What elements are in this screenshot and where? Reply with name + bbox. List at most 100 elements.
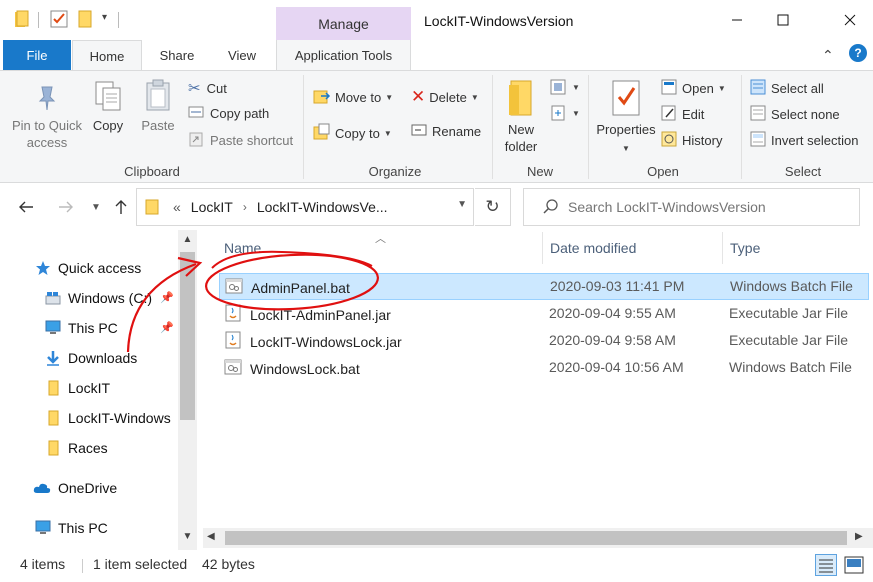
breadcrumb-item[interactable]: LockIT-WindowsVe... bbox=[257, 199, 388, 215]
invert-selection-icon bbox=[750, 131, 766, 150]
breadcrumb-overflow[interactable]: « bbox=[173, 199, 181, 215]
copy-to-button[interactable]: Copy to ▼ bbox=[313, 123, 392, 144]
chevron-down-icon: ▼ bbox=[383, 129, 392, 138]
edit-button[interactable]: Edit bbox=[661, 105, 704, 124]
nav-item-downloads[interactable]: Downloads bbox=[44, 346, 137, 370]
scroll-down-icon[interactable]: ▼ bbox=[178, 531, 197, 542]
edit-label: Edit bbox=[682, 107, 705, 122]
column-divider[interactable] bbox=[542, 232, 543, 264]
copy-path-button[interactable]: Copy path bbox=[188, 105, 269, 122]
open-label: Open bbox=[682, 81, 714, 96]
scroll-right-icon[interactable]: ▶ bbox=[855, 531, 863, 542]
copy-button[interactable]: Copy bbox=[88, 79, 128, 134]
table-row[interactable]: LockIT-AdminPanel.jar 2020-09-04 9:55 AM… bbox=[219, 301, 869, 328]
scrollbar-thumb[interactable] bbox=[225, 531, 847, 545]
tab-file[interactable]: File bbox=[3, 40, 71, 70]
move-to-button[interactable]: Move to ▼ bbox=[313, 87, 393, 108]
easy-access-button[interactable]: ▼ bbox=[550, 105, 580, 121]
table-row[interactable]: WindowsLock.bat 2020-09-04 10:56 AM Wind… bbox=[219, 355, 869, 382]
open-icon bbox=[661, 79, 677, 98]
address-bar[interactable]: « › LockIT › LockIT-WindowsVe... ▼ bbox=[136, 188, 474, 226]
scroll-left-icon[interactable]: ◀ bbox=[207, 531, 215, 542]
tab-share[interactable]: Share bbox=[148, 40, 206, 71]
details-view-button[interactable] bbox=[815, 554, 837, 576]
ribbon: Pin to Quick access Copy Paste ✂ Cut Cop… bbox=[0, 70, 873, 183]
table-row[interactable]: LockIT-WindowsLock.jar 2020-09-04 9:58 A… bbox=[219, 328, 869, 355]
folder-icon bbox=[44, 380, 62, 396]
search-input[interactable] bbox=[568, 199, 848, 215]
recent-locations-button[interactable]: ▼ bbox=[86, 184, 106, 230]
nav-scrollbar[interactable]: ▲ ▼ bbox=[178, 230, 197, 550]
tab-application-tools[interactable]: Application Tools bbox=[276, 40, 411, 71]
back-button[interactable] bbox=[12, 184, 40, 230]
history-button[interactable]: History bbox=[661, 131, 722, 150]
paste-button[interactable]: Paste bbox=[138, 79, 178, 134]
nav-item-this-pc-pinned[interactable]: This PC bbox=[44, 316, 118, 340]
select-all-button[interactable]: Select all bbox=[750, 79, 824, 98]
invert-selection-button[interactable]: Invert selection bbox=[750, 131, 858, 150]
open-group-label: Open bbox=[647, 164, 679, 179]
large-icons-view-button[interactable] bbox=[843, 554, 865, 576]
open-button[interactable]: Open ▼ bbox=[661, 79, 726, 98]
properties-button[interactable]: Properties ▼ bbox=[594, 79, 658, 157]
new-folder-icon[interactable] bbox=[78, 10, 92, 30]
chevron-right-icon[interactable]: › bbox=[243, 200, 247, 214]
scroll-up-icon[interactable]: ▲ bbox=[178, 234, 197, 245]
select-none-button[interactable]: Select none bbox=[750, 105, 840, 124]
pin-to-quick-access-button[interactable]: Pin to Quick access bbox=[8, 83, 86, 151]
selection-count: 1 item selected bbox=[93, 556, 188, 572]
minimize-button[interactable] bbox=[714, 0, 760, 40]
nav-item-lockit[interactable]: LockIT bbox=[44, 376, 110, 400]
rename-button[interactable]: Rename bbox=[411, 123, 481, 140]
cloud-icon bbox=[32, 480, 52, 496]
cut-button[interactable]: ✂ Cut bbox=[188, 79, 227, 97]
refresh-button[interactable]: ↻ bbox=[475, 188, 511, 226]
column-divider[interactable] bbox=[722, 232, 723, 264]
pin-icon: 📌 bbox=[160, 322, 174, 334]
tab-view[interactable]: View bbox=[214, 40, 270, 71]
nav-item-onedrive[interactable]: OneDrive bbox=[32, 476, 117, 500]
paste-shortcut-button[interactable]: Paste shortcut bbox=[188, 131, 293, 150]
file-name: LockIT-WindowsLock.jar bbox=[250, 333, 402, 350]
nav-item-quick-access[interactable]: Quick access bbox=[34, 256, 141, 280]
scrollbar-thumb[interactable] bbox=[180, 252, 195, 420]
table-row[interactable]: AdminPanel.bat 2020-09-03 11:41 PM Windo… bbox=[219, 273, 869, 300]
search-box[interactable] bbox=[523, 188, 860, 226]
nav-item-windows-c[interactable]: Windows (C:) bbox=[44, 286, 152, 310]
column-header-date-modified[interactable]: Date modified bbox=[550, 240, 636, 256]
folder-icon[interactable] bbox=[14, 10, 30, 30]
column-header-type[interactable]: Type bbox=[730, 240, 760, 256]
close-button[interactable] bbox=[827, 0, 873, 40]
column-header-name[interactable]: Name bbox=[224, 240, 261, 256]
customize-qat-icon[interactable]: ▾ bbox=[102, 12, 107, 32]
item-count: 4 items bbox=[20, 556, 66, 572]
delete-label: Delete bbox=[429, 89, 467, 105]
new-item-button[interactable]: ▼ bbox=[550, 79, 580, 95]
nav-item-lockit-windows[interactable]: LockIT-Windows bbox=[44, 406, 171, 430]
address-dropdown-icon[interactable]: ▼ bbox=[457, 199, 467, 210]
move-to-label: Move to bbox=[335, 90, 382, 105]
arrow-up-icon bbox=[115, 200, 127, 214]
breadcrumb-item[interactable]: LockIT bbox=[191, 199, 233, 215]
maximize-button[interactable] bbox=[760, 0, 806, 40]
nav-item-label: LockIT bbox=[68, 380, 111, 396]
nav-item-this-pc[interactable]: This PC bbox=[34, 516, 108, 540]
up-button[interactable] bbox=[108, 184, 134, 230]
nav-item-label: This PC bbox=[68, 320, 118, 336]
properties-icon[interactable] bbox=[50, 10, 68, 30]
forward-button[interactable] bbox=[52, 184, 80, 230]
new-folder-label: New folder bbox=[504, 122, 538, 154]
history-label: History bbox=[682, 133, 723, 148]
horizontal-scrollbar[interactable]: ◀ ▶ bbox=[203, 528, 873, 548]
select-group-label: Select bbox=[784, 164, 822, 179]
paste-label: Paste bbox=[141, 118, 175, 133]
collapse-ribbon-icon[interactable]: ⌃ bbox=[822, 47, 834, 64]
tab-home[interactable]: Home bbox=[72, 40, 142, 71]
paste-shortcut-label: Paste shortcut bbox=[210, 133, 294, 148]
new-folder-button[interactable]: New folder bbox=[500, 79, 542, 155]
file-type: Windows Batch File bbox=[730, 278, 853, 294]
delete-button[interactable]: ✕ Delete ▼ bbox=[411, 87, 479, 107]
nav-item-races[interactable]: Races bbox=[44, 436, 108, 460]
file-name: WindowsLock.bat bbox=[250, 360, 360, 377]
help-icon[interactable]: ? bbox=[849, 44, 867, 62]
